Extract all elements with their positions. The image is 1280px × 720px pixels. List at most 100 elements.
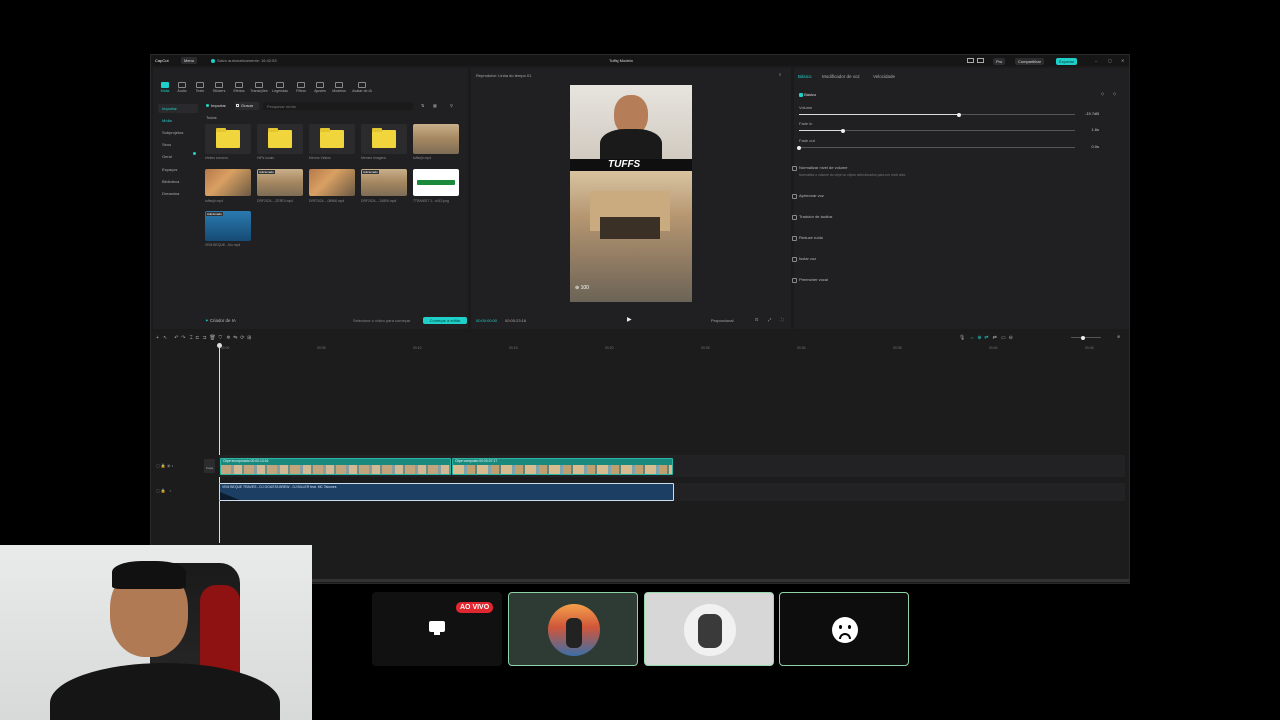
fade-out-slider[interactable] xyxy=(797,145,1075,150)
share-button[interactable]: Compartilhar xyxy=(1015,58,1044,65)
enhance-voice-toggle[interactable]: Aprimorar voz xyxy=(792,193,824,199)
start-editing-button[interactable]: Começar a editar xyxy=(423,317,467,324)
video-clip-1[interactable]: Clipe incorporado 00:00:13:16 xyxy=(220,458,451,475)
add-track-icon[interactable]: + xyxy=(156,335,159,341)
cover-button[interactable]: Capa xyxy=(204,459,215,473)
toolbar-ai-avatar[interactable]: Avatar de IA xyxy=(350,82,374,93)
folder-thumb[interactable] xyxy=(205,124,251,154)
toolbar-stickers[interactable]: Stickers xyxy=(210,82,228,93)
sidebar-item-general[interactable]: Geral xyxy=(158,152,198,161)
search-input[interactable] xyxy=(263,102,413,110)
fit-icon[interactable]: ⊕ xyxy=(1117,334,1120,339)
playhead[interactable] xyxy=(219,343,220,543)
ratio-dropdown[interactable]: Proporcional xyxy=(711,318,733,323)
scene-tile-avatar[interactable] xyxy=(508,592,638,666)
crop-tool-icon[interactable]: ⊞ xyxy=(247,335,251,341)
keyboard-icon[interactable] xyxy=(977,58,984,63)
playhead-handle[interactable] xyxy=(217,343,222,348)
volume-knob[interactable] xyxy=(957,112,962,117)
shield-icon[interactable]: ⛉ xyxy=(219,335,223,341)
tab-basic[interactable]: Básico xyxy=(798,74,812,79)
lock-icon[interactable]: 🔒 xyxy=(161,488,166,493)
video-clip-2[interactable]: Clipe composto 00:00:07:17 xyxy=(452,458,673,475)
zoom-out-icon[interactable]: ⊖ xyxy=(1009,335,1013,341)
mute-icon[interactable]: ◐ xyxy=(172,463,174,468)
lock-icon[interactable]: 🔒 xyxy=(161,463,166,468)
sidebar-item-dreamina[interactable]: Dreamina xyxy=(158,189,198,198)
rotate-icon[interactable]: ⟳ xyxy=(240,335,244,341)
folder-thumb[interactable] xyxy=(309,124,355,154)
sidebar-item-library[interactable]: Biblioteca xyxy=(158,177,198,186)
folder-thumb[interactable] xyxy=(361,124,407,154)
import-button[interactable]: Importar xyxy=(205,102,231,110)
record-button[interactable]: Gravar xyxy=(235,102,259,110)
expand-icon[interactable]: ⛶ xyxy=(781,317,784,322)
split-left-icon[interactable]: ⊏ xyxy=(195,335,199,341)
audio-translator-toggle[interactable]: Tradutor de áudios xyxy=(791,214,832,220)
magnet-icon[interactable]: ⊕ xyxy=(977,335,981,341)
mirror-icon[interactable]: ⇋ xyxy=(233,335,237,341)
sidebar-item-subprojects[interactable]: Subprojetos xyxy=(158,128,198,137)
lock-icon[interactable]: ▢ xyxy=(156,488,160,493)
fade-in-knob[interactable] xyxy=(841,128,846,133)
media-thumb[interactable]: Adicionado xyxy=(361,169,407,196)
snap-icon[interactable]: ⇌ xyxy=(984,335,988,341)
toolbar-transitions[interactable]: Transições xyxy=(250,82,268,93)
fullscreen-icon[interactable]: ⤢ xyxy=(768,317,771,322)
menu-button[interactable]: Menu xyxy=(181,57,198,64)
select-tool-icon[interactable]: ↖ xyxy=(163,335,167,341)
toolbar-effects[interactable]: Efeitos xyxy=(230,82,248,93)
crop-icon[interactable]: ⊡ xyxy=(755,317,758,322)
sidebar-item-import[interactable]: Importar xyxy=(158,104,198,113)
undo-icon[interactable]: ↶ xyxy=(174,335,178,341)
sidebar-item-yours[interactable]: Seus xyxy=(158,140,198,149)
caption-icon[interactable]: ▭ xyxy=(1001,335,1006,341)
sidebar-item-media[interactable]: Mídia xyxy=(158,116,198,125)
volume-slider[interactable] xyxy=(799,112,1075,117)
toolbar-filters[interactable]: Filtros xyxy=(292,82,310,93)
fade-in-value[interactable]: 1.6s xyxy=(1077,127,1099,132)
sidebar-item-spaces[interactable]: Espaços xyxy=(158,165,198,174)
split-icon[interactable]: ⌶ xyxy=(190,335,193,341)
isolate-voice-toggle[interactable]: Isolar voz xyxy=(791,256,816,262)
zoom-knob[interactable] xyxy=(1081,335,1085,340)
media-thumb[interactable] xyxy=(413,169,459,196)
ai-creator-button[interactable]: ✦ Criador de IA xyxy=(205,318,236,324)
toolbar-captions[interactable]: Legendas xyxy=(271,82,289,93)
freeze-icon[interactable]: ❄ xyxy=(226,335,230,341)
filter-icon[interactable]: ⚲ xyxy=(450,103,453,108)
split-right-icon[interactable]: ⊐ xyxy=(202,335,206,341)
mic-icon[interactable]: 🎙 xyxy=(959,335,965,341)
basic-section-toggle[interactable]: Básico xyxy=(799,92,816,97)
toolbar-media[interactable]: Mídia xyxy=(156,82,174,93)
link-icon[interactable]: ⇔ xyxy=(970,335,975,341)
media-thumb[interactable]: Adicionado xyxy=(257,169,303,196)
keyframe-icon[interactable]: ◇ xyxy=(1113,91,1116,96)
close-icon[interactable]: ✕ xyxy=(1121,58,1124,63)
media-thumb[interactable] xyxy=(205,169,251,196)
toolbar-templates[interactable]: Modelos xyxy=(330,82,348,93)
fill-vocal-toggle[interactable]: Preencher vocal xyxy=(792,277,828,283)
fade-out-knob[interactable] xyxy=(797,145,801,150)
pro-badge[interactable]: Pro xyxy=(993,58,1006,65)
export-button[interactable]: Exportar xyxy=(1056,58,1078,65)
view-grid-icon[interactable]: ▦ xyxy=(433,103,437,108)
tab-speed[interactable]: Velocidade xyxy=(873,74,895,79)
scene-tile-offline[interactable] xyxy=(779,592,909,666)
media-thumb[interactable] xyxy=(309,169,355,196)
play-icon[interactable]: ▶ xyxy=(627,316,632,323)
reduce-noise-toggle[interactable]: Reduzir ruído xyxy=(791,235,823,241)
toolbar-text[interactable]: Texto xyxy=(191,82,209,93)
fade-out-value[interactable]: 0.0s xyxy=(1077,144,1099,149)
layout-icon[interactable] xyxy=(967,58,974,63)
player-menu-icon[interactable]: ≡ xyxy=(779,72,781,77)
toolbar-adjust[interactable]: Ajustes xyxy=(311,82,329,93)
minimize-icon[interactable]: – xyxy=(1095,58,1097,63)
delete-icon[interactable]: 🗑 xyxy=(209,335,215,341)
audio-clip[interactable]: VEM BEQUE TRAVES - DJ GOUSTA BREW - DJ B… xyxy=(219,483,674,501)
fade-in-slider[interactable] xyxy=(799,128,1075,133)
preview-axis-icon[interactable]: ⇄ xyxy=(993,335,997,341)
maximize-icon[interactable]: ▢ xyxy=(1108,58,1112,63)
video-preview[interactable]: TUFFS ⊕ 100 xyxy=(570,85,692,302)
tab-voice-changer[interactable]: Modificador de voz xyxy=(822,74,860,79)
